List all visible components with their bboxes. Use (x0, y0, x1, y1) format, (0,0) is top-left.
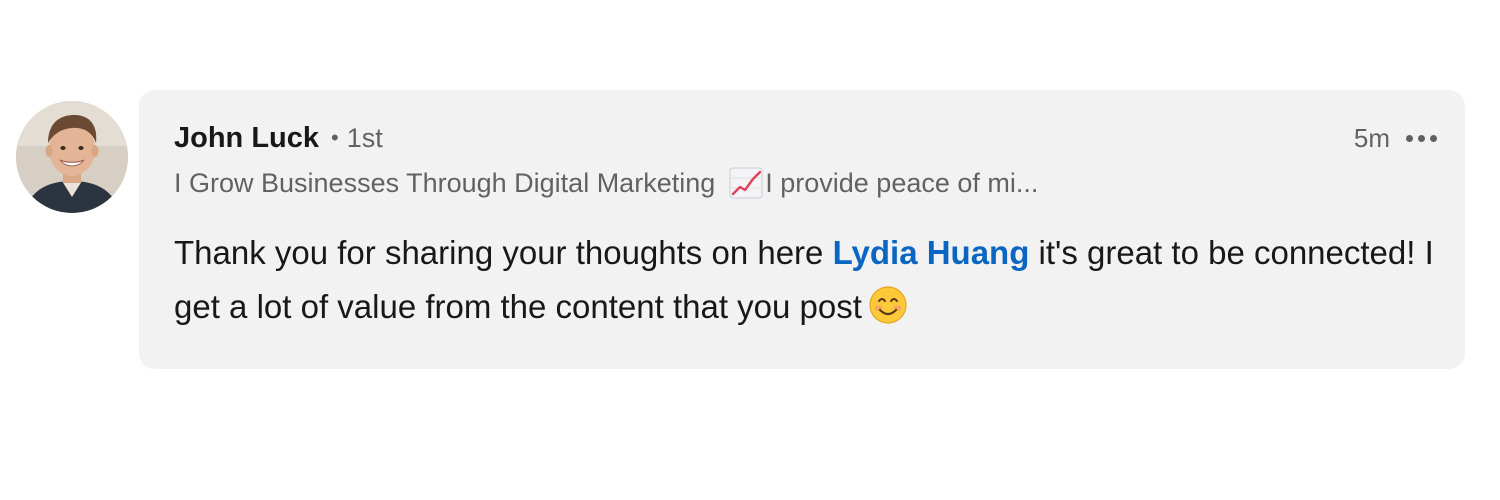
avatar[interactable] (16, 101, 128, 213)
separator-dot: • (331, 125, 339, 150)
more-options-button[interactable] (1404, 123, 1439, 153)
headline-text-continued: I provide peace of mi... (765, 167, 1039, 198)
comment-text: Thank you for sharing your thoughts on h… (174, 226, 1444, 334)
comment-meta: 5m (1354, 118, 1439, 158)
comment-timestamp: 5m (1353, 122, 1390, 153)
headline-text: I Grow Businesses Through Digital Market… (174, 167, 716, 198)
smiling-face-icon (868, 285, 908, 325)
comment-author-row: John Luck • 1st (174, 118, 383, 158)
connection-degree: 1st (346, 122, 383, 153)
author-name[interactable]: John Luck (174, 122, 319, 155)
comment-bubble: John Luck • 1st 5m I Grow Businesses Thr… (139, 90, 1465, 369)
comment-thread: John Luck • 1st 5m I Grow Businesses Thr… (0, 0, 1500, 500)
profile-photo (16, 101, 128, 213)
author-headline: I Grow Businesses Through Digital Market… (174, 164, 1038, 202)
ellipsis-icon-dot (1406, 134, 1413, 142)
ellipsis-icon-dot (1418, 134, 1425, 142)
ellipsis-icon-dot (1430, 134, 1437, 142)
mention-link[interactable]: Lydia Huang (833, 234, 1030, 271)
comment-text-start: Thank you for sharing your thoughts on h… (174, 234, 833, 271)
chart-increasing-icon (729, 167, 763, 199)
